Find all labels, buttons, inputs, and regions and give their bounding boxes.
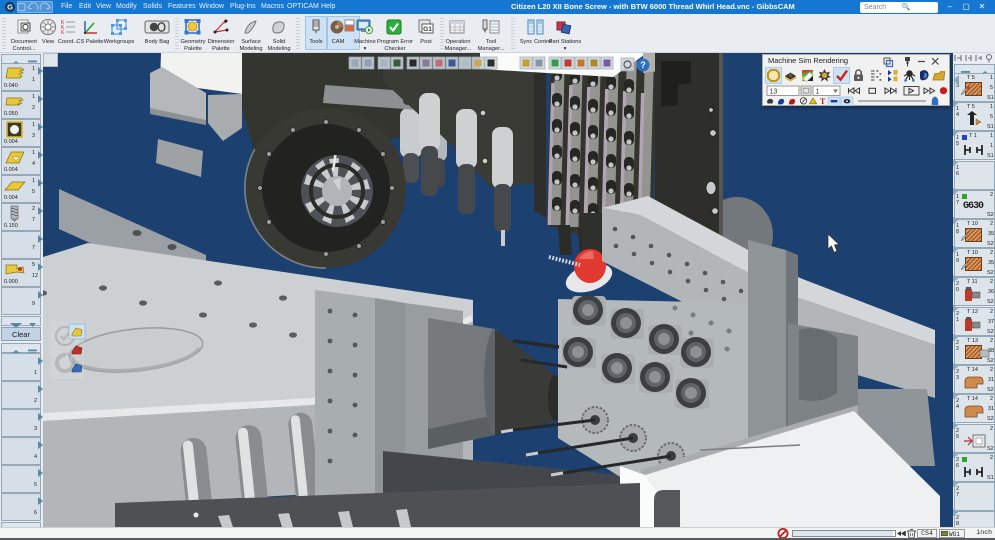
svg-text:T: T — [820, 97, 826, 106]
svg-text:G1: G1 — [423, 26, 432, 33]
svg-text:?: ? — [640, 60, 646, 70]
svg-text:K: K — [61, 30, 65, 35]
svg-text:1: 1 — [816, 89, 820, 96]
svg-text:13: 13 — [770, 89, 778, 96]
svg-text:G: G — [7, 3, 13, 12]
